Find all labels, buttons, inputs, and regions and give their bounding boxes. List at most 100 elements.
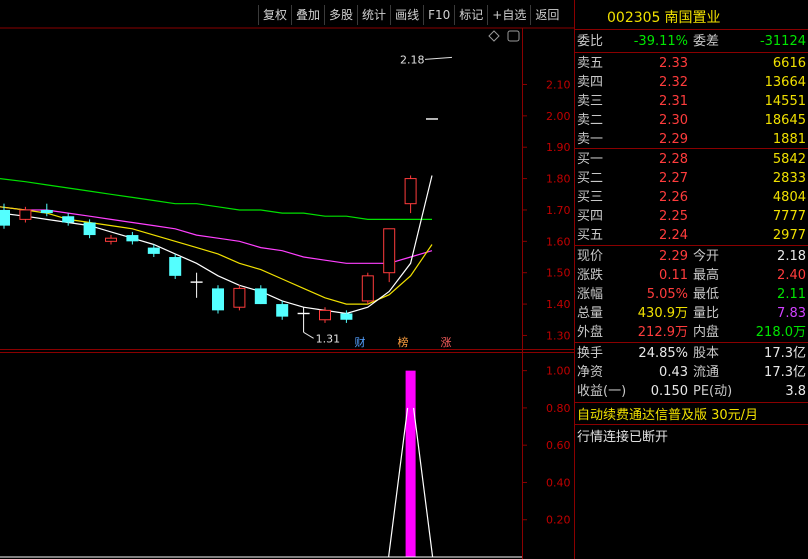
stat-label: 涨跌 bbox=[577, 268, 604, 283]
toolbar-biaoji-button[interactable]: 标记 bbox=[454, 5, 487, 25]
stat-row: 总量 430.9万 量比 7.83 bbox=[575, 304, 808, 323]
divider bbox=[575, 52, 808, 53]
toolbar-f10-button[interactable]: F10 bbox=[423, 5, 454, 25]
stat-label: 量比 bbox=[693, 306, 720, 321]
stat-label: 最低 bbox=[693, 287, 720, 302]
stat-value: 0.11 bbox=[659, 268, 688, 283]
fundamental-value: 0.150 bbox=[650, 384, 688, 399]
weicha-value: -31124 bbox=[759, 34, 806, 49]
toolbar-add-watchlist-button[interactable]: +自选 bbox=[487, 5, 530, 25]
candle-body bbox=[319, 309, 331, 321]
stat-value: 218.0万 bbox=[755, 325, 806, 340]
candle-body bbox=[383, 228, 396, 274]
event-marker: 涨 bbox=[441, 336, 452, 349]
bid-level-row: 买二 2.27 2833 bbox=[575, 169, 808, 188]
ask-price: 2.29 bbox=[659, 132, 688, 147]
toolbar-back-button[interactable]: 返回 bbox=[530, 5, 563, 25]
divider bbox=[575, 245, 808, 246]
candle-body bbox=[169, 257, 182, 276]
stat-row: 现价 2.29 今开 2.18 bbox=[575, 247, 808, 266]
y-tick-label: 2.00 bbox=[546, 110, 571, 123]
fundamental-value: 0.43 bbox=[659, 365, 688, 380]
bid-level-row: 买三 2.26 4804 bbox=[575, 188, 808, 207]
chart-toolbar: 复权 叠加 多股 统计 画线 F10 标记 +自选 返回 bbox=[258, 5, 563, 25]
stock-code: 002305 bbox=[607, 10, 661, 26]
y-tick-label: 1.80 bbox=[546, 173, 571, 186]
event-marker: 财 bbox=[355, 335, 366, 349]
ask-price: 2.30 bbox=[659, 113, 688, 128]
toolbar-duogu-button[interactable]: 多股 bbox=[324, 5, 357, 25]
volume-bar bbox=[405, 370, 416, 557]
bid-level-label: 买二 bbox=[577, 171, 604, 186]
toolbar-tongji-button[interactable]: 统计 bbox=[357, 5, 390, 25]
connection-status: 行情连接已断开 bbox=[577, 430, 669, 445]
ask-level-row: 卖二 2.30 18645 bbox=[575, 111, 808, 130]
fundamental-value: 24.85% bbox=[638, 346, 688, 361]
bid-price: 2.28 bbox=[659, 152, 688, 167]
ask-level-label: 卖一 bbox=[577, 132, 604, 147]
stat-row: 外盘 212.9万 内盘 218.0万 bbox=[575, 323, 808, 342]
bid-volume: 2977 bbox=[772, 228, 806, 243]
fundamental-row: 换手 24.85% 股本 17.3亿 bbox=[575, 344, 808, 363]
stat-value: 5.05% bbox=[646, 287, 688, 302]
y-tick-label: 1.40 bbox=[546, 298, 571, 311]
high-price-pointer bbox=[424, 56, 453, 60]
toolbar-fuquan-button[interactable]: 复权 bbox=[258, 5, 291, 25]
bid-price: 2.26 bbox=[659, 190, 688, 205]
stat-value: 212.9万 bbox=[637, 325, 688, 340]
toolbar-diejia-button[interactable]: 叠加 bbox=[291, 5, 324, 25]
bid-level-label: 买四 bbox=[577, 209, 604, 224]
bid-level-row: 买四 2.25 7777 bbox=[575, 207, 808, 226]
y-tick-label: 1.70 bbox=[546, 204, 571, 217]
vol-y-tick-label: 0.60 bbox=[546, 439, 571, 452]
candle-body bbox=[19, 209, 32, 220]
y-tick-label: 2.10 bbox=[546, 78, 571, 91]
divider bbox=[575, 424, 808, 425]
bid-price: 2.25 bbox=[659, 209, 688, 224]
weibi-label: 委比 bbox=[577, 34, 604, 49]
weibi-value: -39.11% bbox=[633, 34, 688, 49]
stat-row: 涨跌 0.11 最高 2.40 bbox=[575, 266, 808, 285]
y-tick-label: 1.90 bbox=[546, 141, 571, 154]
ask-price: 2.33 bbox=[659, 56, 688, 71]
stat-label: 今开 bbox=[693, 249, 720, 264]
ask-level-row: 卖五 2.33 6616 bbox=[575, 54, 808, 73]
stat-label: 内盘 bbox=[693, 325, 720, 340]
vol-y-tick-label: 0.40 bbox=[546, 476, 571, 489]
fundamental-label: PE(动) bbox=[693, 384, 733, 399]
y-tick-label: 1.30 bbox=[546, 329, 571, 342]
weicha-label: 委差 bbox=[693, 34, 720, 49]
fundamental-label: 股本 bbox=[693, 346, 720, 361]
candle-body bbox=[0, 209, 10, 226]
ask-volume: 18645 bbox=[764, 113, 806, 128]
bid-level-row: 买五 2.24 2977 bbox=[575, 226, 808, 245]
bid-level-label: 买五 bbox=[577, 228, 604, 243]
kline-chart[interactable]: 1.30 1.40 1.50 1.60 1.70 1.80 1.90 2.00 2.10 0.20… bbox=[0, 0, 575, 559]
ask-price: 2.32 bbox=[659, 75, 688, 90]
divider bbox=[575, 402, 808, 403]
ask-level-row: 卖一 2.29 1881 bbox=[575, 130, 808, 149]
divider bbox=[575, 29, 808, 30]
candle-body bbox=[147, 247, 160, 254]
stat-value: 430.9万 bbox=[637, 306, 688, 321]
ask-price: 2.31 bbox=[659, 94, 688, 109]
subscription-notice[interactable]: 自动续费通达信普及版 30元/月 bbox=[577, 404, 758, 423]
toolbar-huaxian-button[interactable]: 画线 bbox=[390, 5, 423, 25]
ask-level-row: 卖三 2.31 14551 bbox=[575, 92, 808, 111]
weibi-row: 委比 -39.11% 委差 -31124 bbox=[575, 32, 808, 51]
fundamental-label: 净资 bbox=[577, 365, 604, 380]
bid-price: 2.27 bbox=[659, 171, 688, 186]
candle-body bbox=[404, 178, 417, 205]
ask-level-label: 卖五 bbox=[577, 56, 604, 71]
event-marker: 榜 bbox=[398, 335, 409, 349]
vol-y-tick-label: 1.00 bbox=[546, 365, 571, 378]
quote-panel: 002305 南国置业 委比 -39.11% 委差 -31124 卖五 2.33 66… bbox=[575, 0, 808, 559]
ask-volume: 1881 bbox=[772, 132, 806, 147]
bid-level-row: 买一 2.28 5842 bbox=[575, 150, 808, 169]
ask-level-label: 卖二 bbox=[577, 113, 604, 128]
high-price-label: 2.18 bbox=[400, 53, 425, 66]
candle-body bbox=[105, 237, 117, 242]
candle-body bbox=[233, 287, 246, 308]
stat-value: 2.18 bbox=[777, 249, 806, 264]
y-tick-label: 1.50 bbox=[546, 267, 571, 280]
